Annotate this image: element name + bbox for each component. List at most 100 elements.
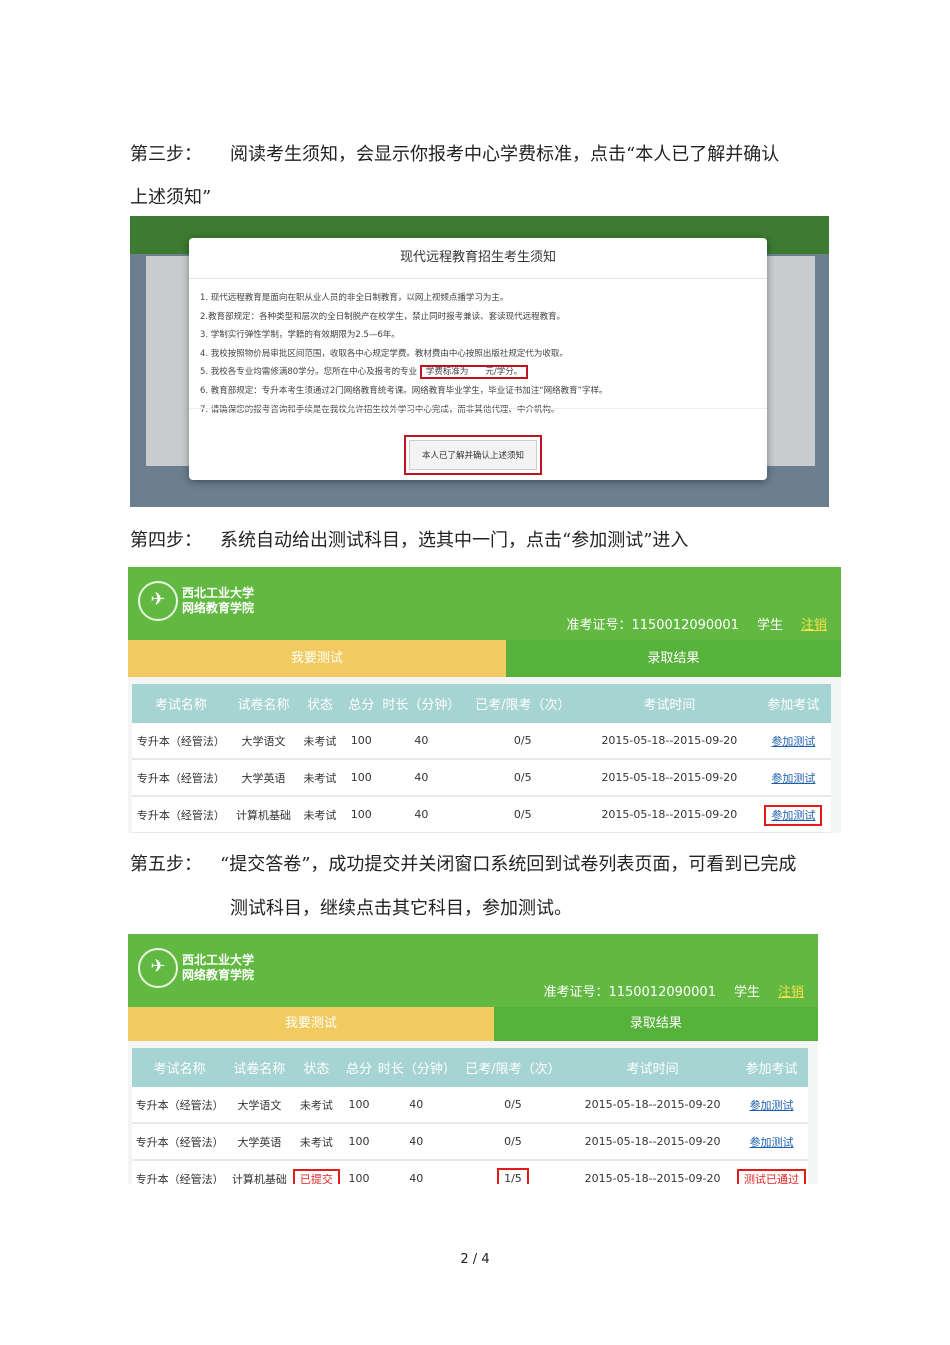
tab-my-test[interactable]: 我要测试	[128, 1007, 494, 1041]
step3-text-line2: 上述须知”	[130, 187, 212, 208]
join-test-link[interactable]: 参加测试	[771, 772, 815, 785]
table-header-row: 考试名称 试卷名称 状态 总分 时长（分钟） 已考/限考（次） 考试时间 参加考试	[132, 684, 831, 723]
step3-label: 第三步：	[130, 144, 202, 165]
table-cell: 2015-05-18--2015-09-20	[570, 1087, 735, 1124]
university-seal-icon: ✈	[138, 581, 178, 621]
table-cell: 已提交	[291, 1160, 342, 1184]
university-logo: ✈ 西北工业大学 网络教育学院	[138, 581, 254, 621]
cell-text: 40	[414, 771, 429, 784]
table-cell: 100	[341, 1123, 377, 1161]
column-header: 考试时间	[582, 684, 756, 723]
table-cell: 测试已通过	[734, 1160, 808, 1184]
table-cell: 100	[342, 723, 380, 760]
tab-admission-result[interactable]: 录取结果	[493, 1007, 818, 1041]
join-test-link[interactable]: 参加测试	[749, 1099, 793, 1112]
cell-text: 0/5	[504, 1135, 522, 1148]
notice-list: 1. 现代远程教育是面向在职从业人员的非全日制教育，以网上视频点播学习为主。 2…	[189, 279, 767, 419]
cell-text: 2015-05-18--2015-09-20	[601, 771, 738, 784]
column-header: 考试名称	[132, 1048, 228, 1087]
exam-list-screenshot: ✈ 西北工业大学 网络教育学院准考证号：1150012090001 学生 注销我要测试录…	[128, 567, 841, 833]
cell-text: 2015-05-18--2015-09-20	[584, 1135, 721, 1148]
table-cell: 0/5	[455, 1123, 571, 1161]
dialog-title: 现代远程教育招生考生须知	[189, 238, 767, 279]
table-cell: 0/5	[462, 796, 583, 833]
column-header: 时长（分钟）	[376, 1048, 456, 1087]
step5-paragraph: 第五步： “提交答卷”，成功提交并关闭窗口系统回到试卷列表页面，可看到已完成	[130, 850, 796, 876]
step4-text: 系统自动给出测试科目，选其中一门，点击“参加测试”进入	[220, 530, 689, 551]
join-test-link[interactable]: 参加测试	[771, 735, 815, 748]
table-cell: 专升本（经管法）	[132, 759, 230, 797]
step5-text: “提交答卷”，成功提交并关闭窗口系统回到试卷列表页面，可看到已完成	[220, 854, 797, 875]
logo-text: 西北工业大学 网络教育学院	[182, 586, 254, 616]
table-cell: 未考试	[297, 723, 343, 760]
table-cell: 40	[380, 796, 463, 833]
table-cell: 1/5	[455, 1160, 571, 1184]
cell-text: 已提交	[292, 1168, 340, 1184]
page-number: 2 / 4	[460, 1252, 490, 1267]
table-header-row: 考试名称 试卷名称 状态 总分 时长（分钟） 已考/限考（次） 考试时间 参加考试	[132, 1048, 808, 1087]
tab-my-test[interactable]: 我要测试	[128, 640, 506, 677]
exam-list-completed-screenshot: ✈ 西北工业大学 网络教育学院 准考证号：1150012090001 学生 注销 我要测试录…	[128, 934, 818, 1184]
logout-link[interactable]: 注销	[801, 618, 827, 633]
cell-text: 大学语文	[241, 734, 286, 748]
cell-text: 100	[350, 808, 372, 821]
column-header: 总分	[341, 1048, 377, 1087]
notice-item-text: 5. 我校各专业均需修满80学分。您所在中心及报考的专业	[200, 367, 418, 378]
column-header: 参加考试	[734, 1048, 808, 1087]
table-cell: 未考试	[291, 1087, 342, 1124]
document-page: 第三步： 阅读考生须知，会显示你报考中心学费标准，点击“本人已了解并确认 上述须知…	[0, 0, 950, 1345]
column-header: 参加考试	[755, 684, 831, 723]
logo-college-name: 网络教育学院	[182, 601, 255, 615]
tab-admission-result[interactable]: 录取结果	[505, 640, 841, 677]
table-cell: 40	[376, 1160, 456, 1184]
nav-tabs: 我要测试 录取结果	[128, 640, 841, 677]
column-header: 时长（分钟）	[380, 684, 463, 723]
table-cell: 0/5	[462, 759, 583, 797]
table-cell: 100	[342, 796, 380, 833]
logo-text: 西北工业大学 网络教育学院	[182, 953, 254, 983]
user-role: 学生	[733, 985, 760, 1000]
cell-text: 专升本（经管法）	[136, 734, 225, 748]
column-header: 试卷名称	[229, 684, 298, 723]
confirm-notice-button[interactable]: 本人已了解并确认上述须知	[409, 440, 538, 470]
notice-dialog: 现代远程教育招生考生须知 1. 现代远程教育是面向在职从业人员的非全日制教育，以…	[189, 238, 767, 480]
user-info: 准考证号：1150012090001 学生 注销	[548, 614, 827, 633]
column-header: 总分	[342, 684, 380, 723]
exam-table: 考试名称 试卷名称 状态 总分 时长（分钟） 已考/限考（次） 考试时间 参加考试专升本（经管…	[132, 1048, 808, 1184]
cell-text: 100	[350, 734, 372, 747]
table-cell: 专升本（经管法）	[132, 796, 230, 833]
fee-standard-highlight: 学费标准为 元/学分。	[419, 365, 529, 380]
notice-screenshot: 现代远程教育招生考生须知 1. 现代远程教育是面向在职从业人员的非全日制教育，以…	[130, 216, 829, 507]
table-cell: 参加测试	[755, 723, 831, 760]
step3-paragraph: 第三步： 阅读考生须知，会显示你报考中心学费标准，点击“本人已了解并确认	[130, 140, 779, 166]
table-cell: 40	[380, 759, 463, 797]
table-cell: 专升本（经管法）	[132, 1123, 228, 1161]
table-cell: 计算机基础	[227, 1160, 292, 1184]
table-cell: 参加测试	[755, 759, 831, 797]
exam-number: 准考证号：1150012090001	[543, 985, 716, 1000]
table-cell: 大学语文	[227, 1087, 292, 1124]
table-cell: 大学语文	[229, 723, 298, 760]
join-test-link[interactable]: 参加测试	[764, 804, 823, 826]
table-row: 专升本（经管法） 大学语文 未考试 100 40 0/5 2015-05-18--2015-…	[132, 723, 831, 760]
confirm-highlight: 本人已了解并确认上述须知	[404, 435, 543, 475]
portal-header: ✈ 西北工业大学 网络教育学院 准考证号：1150012090001 学生 注销	[128, 934, 818, 1007]
nav-tabs: 我要测试 录取结果	[128, 1007, 818, 1041]
cell-text: 未考试	[303, 771, 337, 785]
join-test-link[interactable]: 参加测试	[749, 1136, 793, 1149]
logo-university-name: 西北工业大学	[182, 953, 255, 967]
step4-label: 第四步：	[130, 530, 202, 551]
logout-link[interactable]: 注销	[778, 985, 804, 1000]
cell-text: 专升本（经管法）	[135, 1135, 224, 1149]
logo-college-name: 网络教育学院	[182, 968, 255, 982]
column-header: 状态	[291, 1048, 342, 1087]
table-row: 专升本（经管法） 计算机基础 未考试 100 40 0/5 2015-05-18--2015…	[132, 796, 831, 833]
table-cell: 100	[341, 1087, 377, 1124]
table-cell: 专升本（经管法）	[132, 723, 230, 760]
cell-text: 大学语文	[237, 1098, 282, 1112]
table-cell: 参加测试	[755, 796, 831, 833]
table-row: 专升本（经管法） 大学英语 未考试 100 40 0/5 2015-05-18--2015-…	[132, 759, 831, 797]
cell-text: 100	[350, 771, 372, 784]
dialog-footer: 本人已了解并确认上述须知	[189, 408, 767, 480]
cell-text: 未考试	[299, 1098, 333, 1112]
